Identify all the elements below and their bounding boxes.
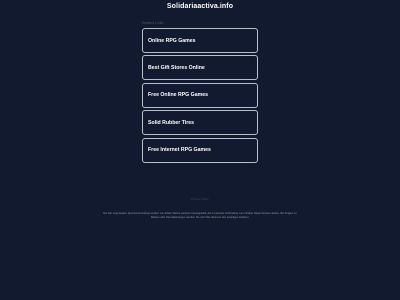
related-link-label: Solid Rubber Tires [148, 119, 195, 126]
site-domain-title: Solidariaactiva.info [166, 3, 234, 10]
related-links-list: Online RPG Games Best Gift Stores Online… [142, 28, 258, 165]
related-link-label: Online RPG Games [148, 37, 196, 44]
privacy-policy-link[interactable]: Privacy Policy [0, 197, 400, 201]
related-link-label: Best Gift Stores Online [148, 64, 205, 71]
parked-domain-page: Solidariaactiva.info Related Links Onlin… [0, 0, 400, 300]
related-links-label: Related Links [142, 21, 164, 25]
sponsored-listings-disclaimer: Die hier angezeigten Sponsored Listings … [103, 212, 297, 219]
related-link-online-rpg-games[interactable]: Online RPG Games [142, 28, 258, 53]
related-link-free-internet-rpg-games[interactable]: Free Internet RPG Games [142, 137, 258, 163]
related-link-solid-rubber-tires[interactable]: Solid Rubber Tires [142, 110, 258, 136]
related-link-label: Free Online RPG Games [148, 92, 208, 99]
related-link-free-online-rpg-games[interactable]: Free Online RPG Games [142, 82, 258, 108]
related-link-label: Free Internet RPG Games [148, 147, 211, 154]
related-link-best-gift-stores-online[interactable]: Best Gift Stores Online [142, 55, 258, 81]
